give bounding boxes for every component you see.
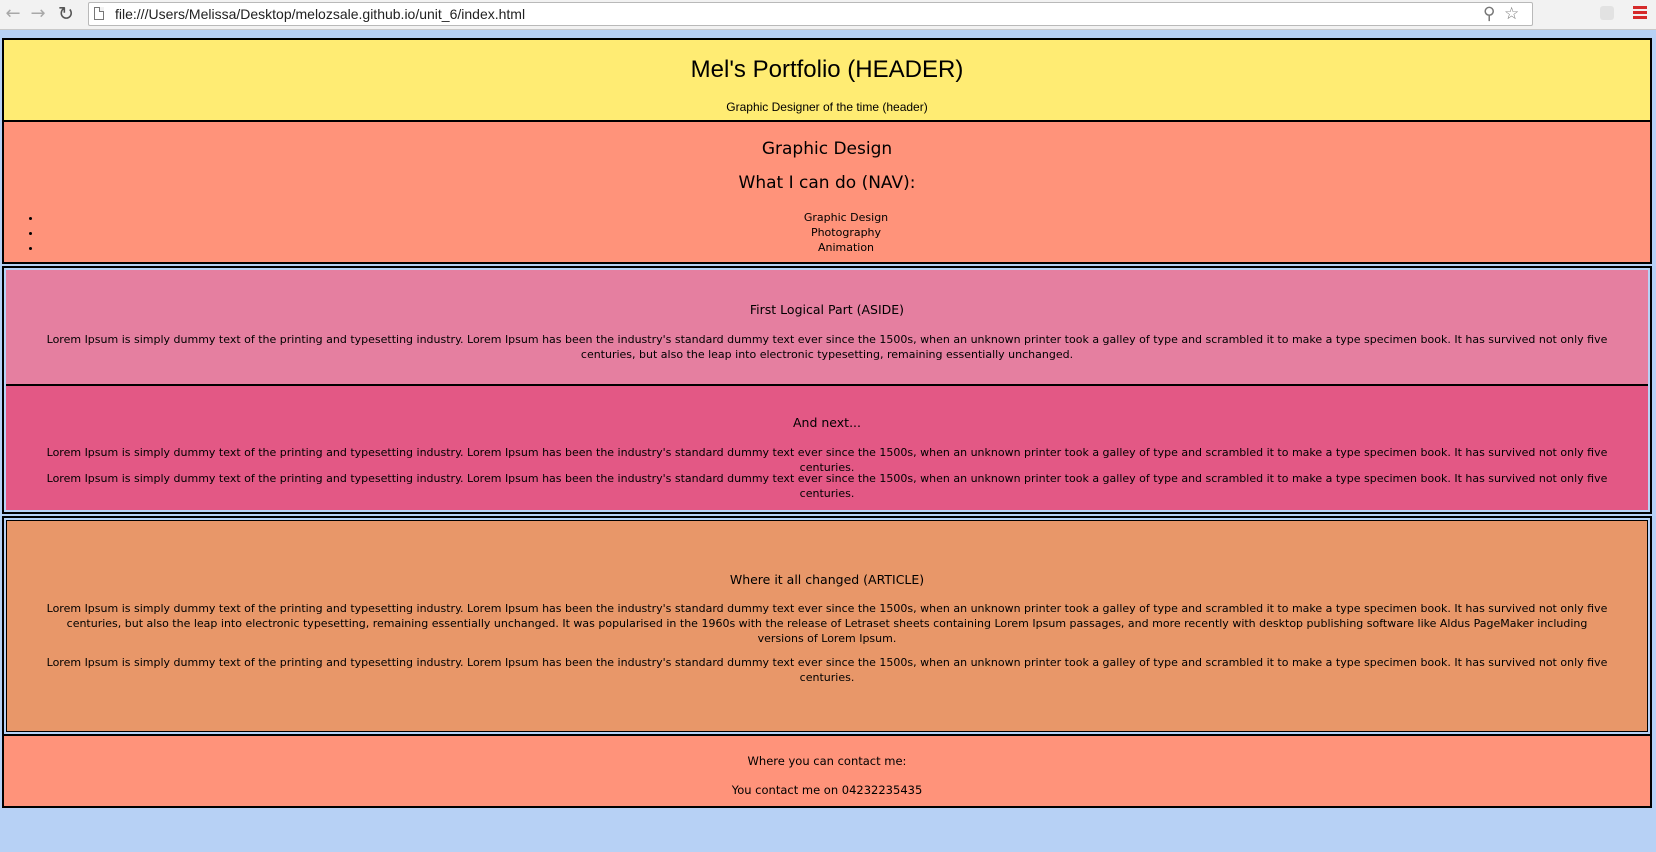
file-page-icon [94, 7, 104, 20]
header-title: Mel's Portfolio (HEADER) [690, 56, 964, 83]
nav-item-animation: Animation [42, 240, 1650, 255]
extension-icon[interactable] [1600, 6, 1614, 20]
aside-next-paragraph-2: Lorem Ipsum is simply dummy text of the … [46, 472, 1608, 500]
forward-arrow-icon[interactable]: → [27, 3, 49, 25]
aside-container: First Logical Part (ASIDE) Lorem Ipsum i… [2, 266, 1652, 514]
footer-contact-text: You contact me on 04232235435 [731, 783, 923, 797]
address-bar[interactable]: file:///Users/Melissa/Desktop/melozsale.… [88, 2, 1533, 26]
article-paragraph-1: Lorem Ipsum is simply dummy text of the … [46, 602, 1608, 645]
article-container: Where it all changed (ARTICLE) Lorem Ips… [2, 516, 1652, 736]
nav-list: Graphic Design Photography Animation [4, 210, 1650, 255]
nav-item-graphic-design: Graphic Design [42, 210, 1650, 225]
nav-item-photography: Photography [42, 225, 1650, 240]
menu-icon[interactable] [1633, 6, 1647, 20]
aside-first-text: Lorem Ipsum is simply dummy text of the … [46, 333, 1608, 361]
nav-subtitle: What I can do (NAV): [738, 173, 916, 193]
header-subtitle: Graphic Designer of the time (header) [726, 100, 928, 114]
nav-title: Graphic Design [761, 139, 893, 159]
zoom-icon[interactable]: ⚲ [1483, 4, 1495, 24]
page-header: Mel's Portfolio (HEADER) Graphic Designe… [2, 38, 1652, 122]
aside-and-next: And next... Lorem Ipsum is simply dummy … [6, 386, 1648, 510]
page-footer: Where you can contact me: You contact me… [2, 736, 1652, 808]
back-arrow-icon[interactable]: ← [2, 3, 24, 25]
url-text[interactable]: file:///Users/Melissa/Desktop/melozsale.… [115, 3, 525, 25]
article-paragraph-2: Lorem Ipsum is simply dummy text of the … [46, 656, 1608, 684]
reload-icon[interactable]: ↻ [55, 3, 77, 25]
bookmark-star-icon[interactable]: ☆ [1504, 4, 1519, 24]
page-content: Mel's Portfolio (HEADER) Graphic Designe… [2, 38, 1652, 808]
footer-title: Where you can contact me: [747, 754, 907, 768]
article-title: Where it all changed (ARTICLE) [729, 572, 925, 587]
browser-toolbar: ← → ↻ file:///Users/Melissa/Desktop/melo… [0, 0, 1656, 30]
article-section: Where it all changed (ARTICLE) Lorem Ips… [6, 520, 1648, 732]
aside-first-logical-part: First Logical Part (ASIDE) Lorem Ipsum i… [6, 270, 1648, 386]
aside-first-title: First Logical Part (ASIDE) [749, 302, 905, 317]
aside-next-title: And next... [793, 415, 861, 430]
nav-section: Graphic Design What I can do (NAV): Grap… [2, 122, 1652, 264]
